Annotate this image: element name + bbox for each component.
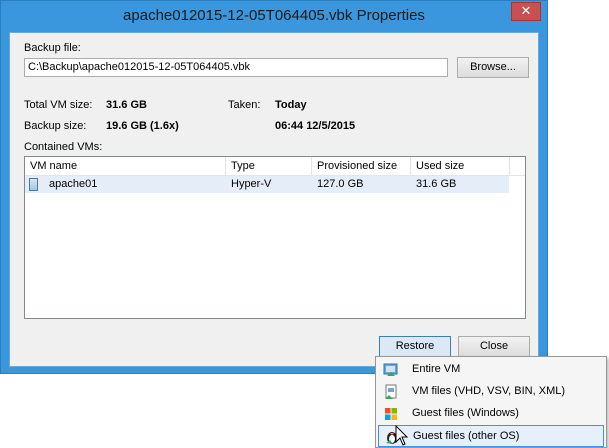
vm-icon [29, 178, 38, 191]
backup-file-label: Backup file: [24, 42, 81, 54]
column-header-type[interactable]: Type [226, 157, 312, 176]
used-size-cell: 31.6 GB [416, 178, 457, 190]
taken-time: 06:44 12/5/2015 [275, 120, 356, 132]
menu-item-label: Entire VM [412, 363, 461, 375]
menu-item-label: Guest files (Windows) [412, 407, 519, 419]
total-vm-size-label: Total VM size: [24, 99, 93, 111]
restore-button[interactable]: Restore [379, 336, 451, 357]
taken-value: Today [275, 99, 307, 111]
contained-vms-list[interactable]: VM name Type Provisioned size Used size … [24, 156, 526, 319]
menu-item-guest-files-other-os[interactable]: Guest files (other OS) [378, 425, 604, 447]
mouse-pointer-icon [395, 425, 409, 446]
title-bar[interactable]: apache012015-12-05T064405.vbk Properties… [1, 1, 547, 32]
window-title: apache012015-12-05T064405.vbk Properties [123, 7, 425, 24]
properties-window: apache012015-12-05T064405.vbk Properties… [0, 0, 548, 374]
backup-size-label: Backup size: [24, 120, 87, 132]
browse-button[interactable]: Browse... [457, 57, 529, 78]
vm-files-icon [385, 384, 397, 399]
close-window-button[interactable]: ✕ [511, 2, 541, 21]
vm-name-cell: apache01 [49, 178, 98, 190]
table-row[interactable]: apache01 Hyper-V 127.0 GB 31.6 GB [25, 176, 509, 193]
backup-size-value: 19.6 GB (1.6x) [106, 120, 179, 132]
column-header-provisioned-size[interactable]: Provisioned size [312, 157, 411, 176]
vm-type-cell: Hyper-V [231, 178, 272, 190]
column-header-used-size[interactable]: Used size [411, 157, 510, 176]
close-button[interactable]: Close [458, 336, 530, 357]
menu-item-vm-files[interactable]: VM files (VHD, VSV, BIN, XML) [378, 381, 604, 403]
windows-logo-icon [385, 408, 397, 420]
dialog-client-area: Backup file: C:\Backup\apache012015-12-0… [9, 32, 539, 367]
menu-item-entire-vm[interactable]: Entire VM [378, 359, 604, 381]
restore-dropdown-menu: Entire VM VM files (VHD, VSV, BIN, XML) … [375, 356, 607, 448]
total-vm-size-value: 31.6 GB [106, 99, 147, 111]
list-header: VM name Type Provisioned size Used size [25, 157, 525, 176]
contained-vms-label: Contained VMs: [24, 141, 103, 153]
column-header-vm-name[interactable]: VM name [25, 157, 226, 176]
provisioned-size-cell: 127.0 GB [317, 178, 364, 190]
menu-item-guest-files-windows[interactable]: Guest files (Windows) [378, 403, 604, 425]
menu-item-label: Guest files (other OS) [413, 430, 520, 442]
taken-label: Taken: [228, 99, 261, 111]
menu-item-label: VM files (VHD, VSV, BIN, XML) [412, 385, 566, 397]
entire-vm-icon [383, 363, 398, 376]
backup-file-path-field[interactable]: C:\Backup\apache012015-12-05T064405.vbk [24, 58, 448, 77]
